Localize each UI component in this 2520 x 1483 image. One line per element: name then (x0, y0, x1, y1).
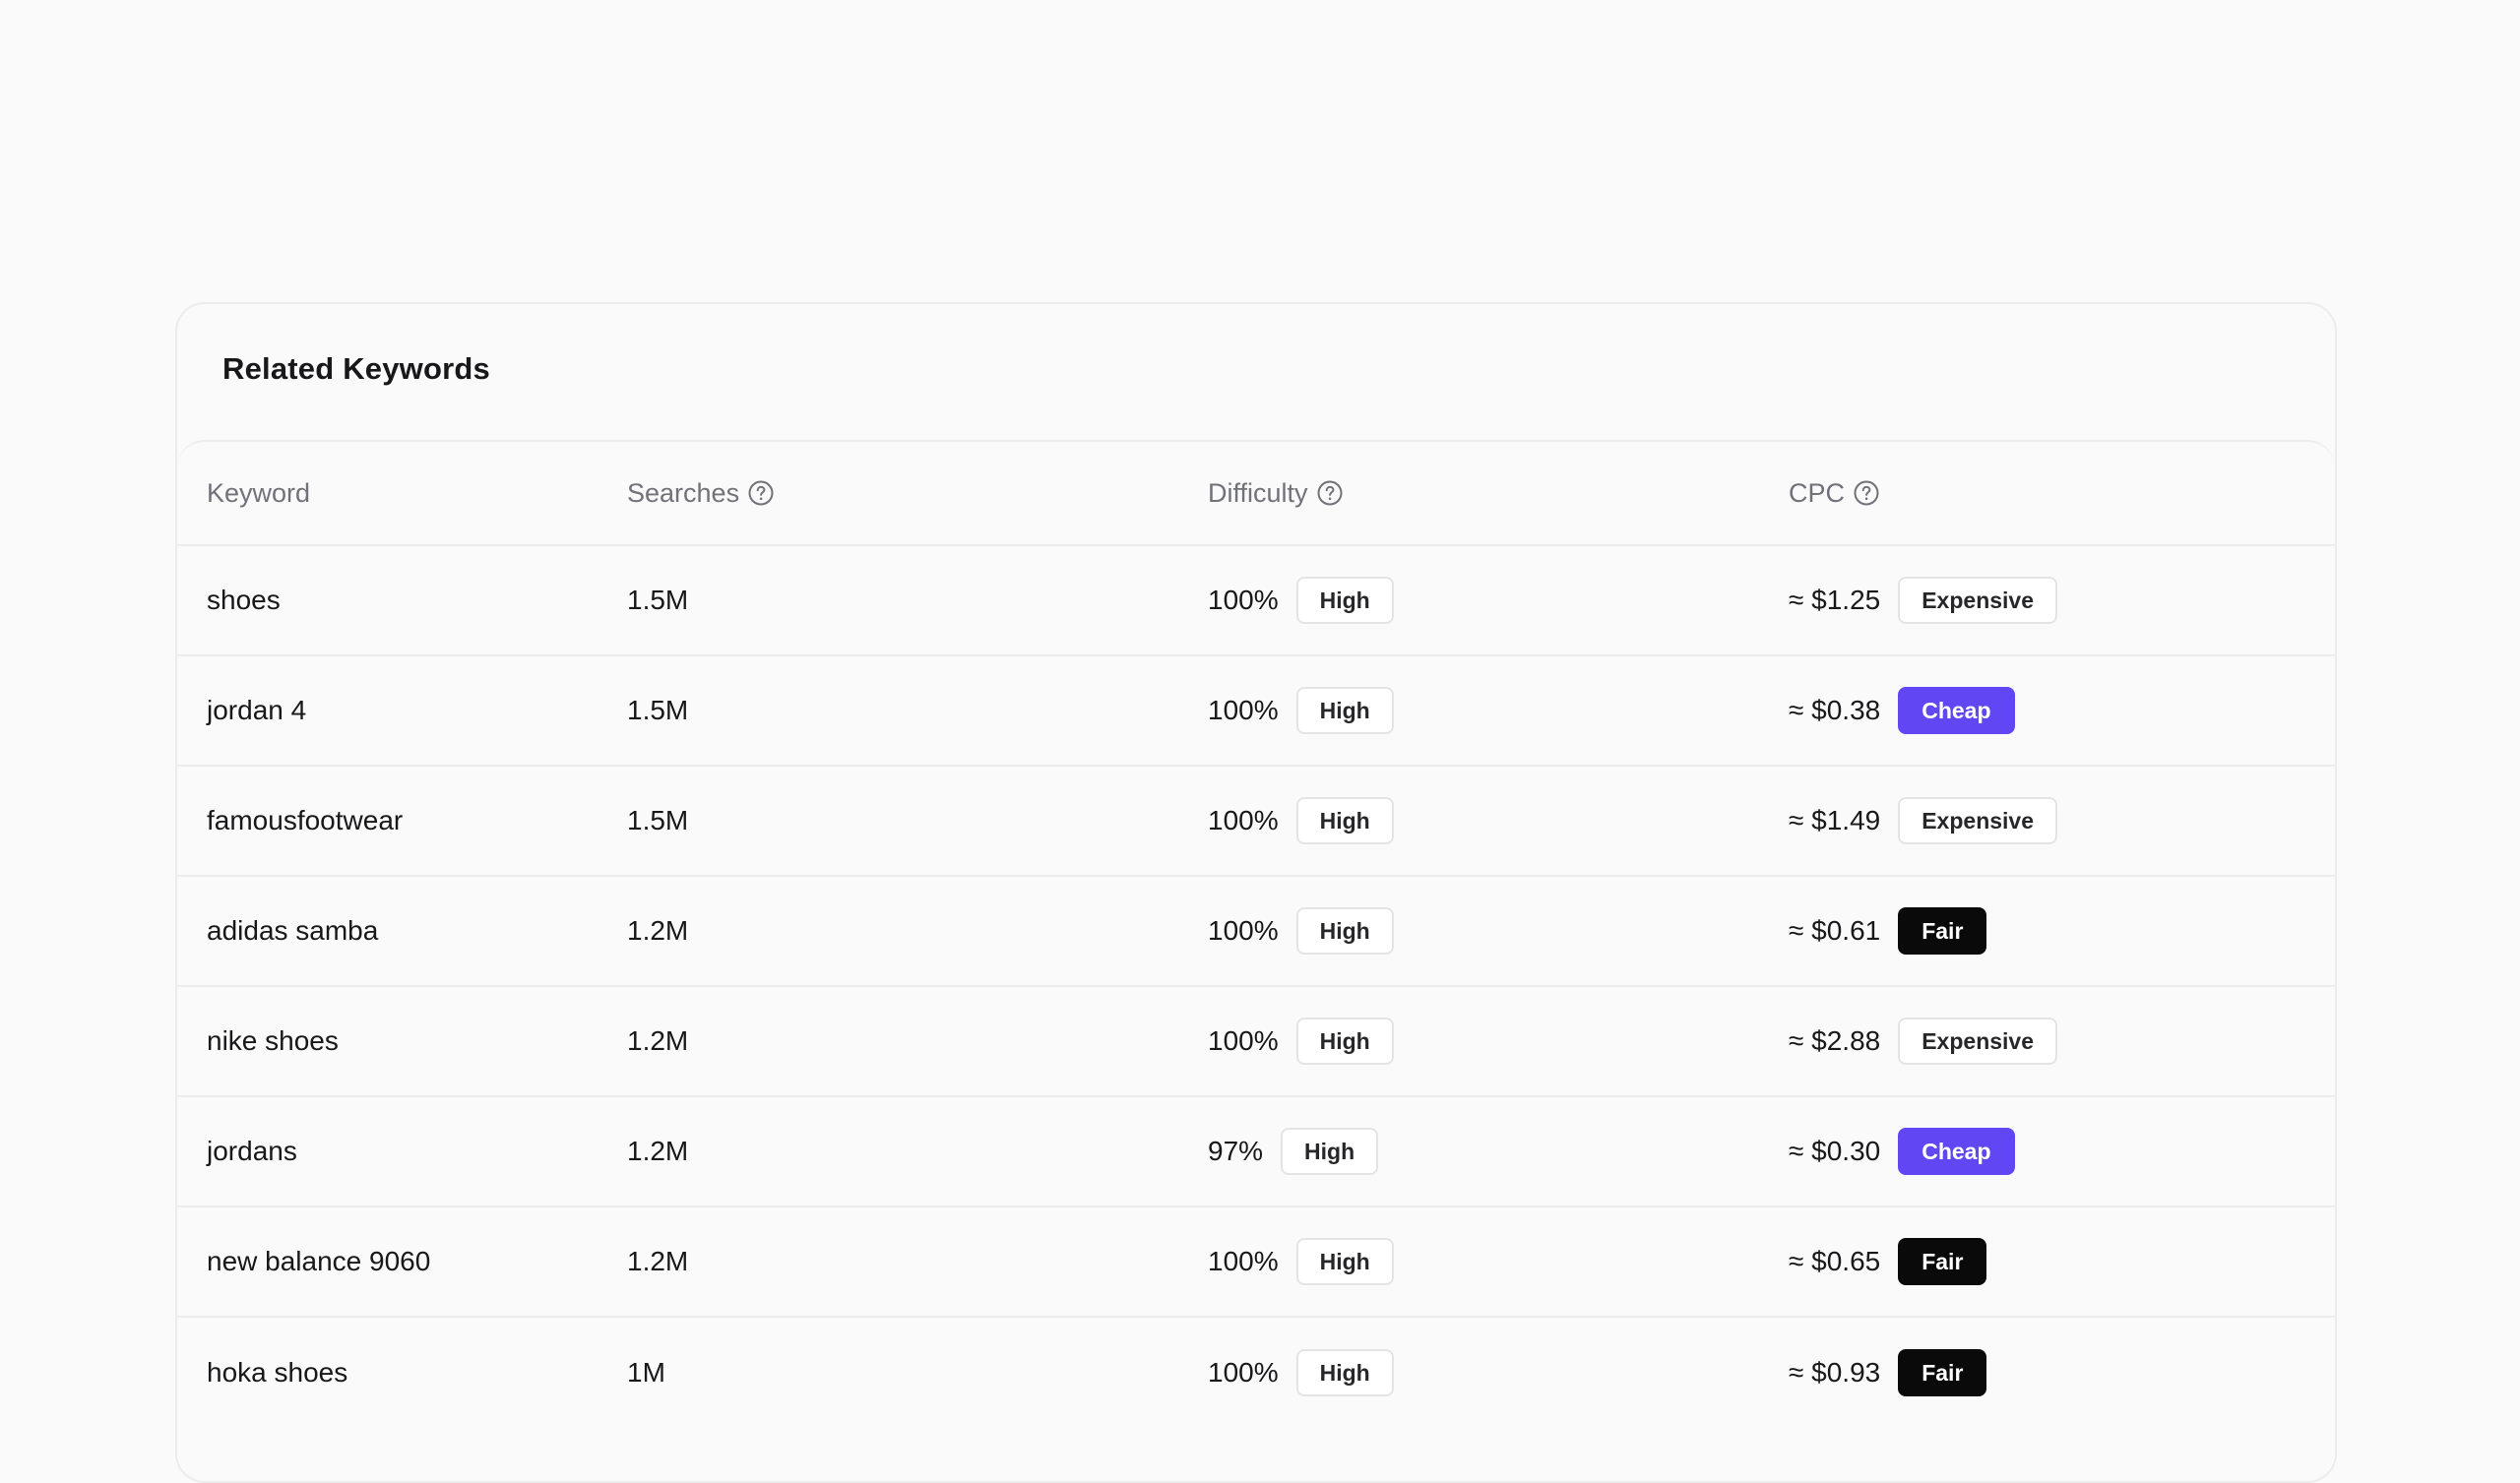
searches-cell: 1.2M (627, 1025, 689, 1056)
cpc-badge: Expensive (1898, 1018, 2058, 1065)
table-row[interactable]: hoka shoes 1M 100% High ≈ $0.93 Fair (177, 1318, 2335, 1428)
difficulty-cell: 100% (1208, 1357, 1279, 1388)
cpc-badge: Expensive (1898, 797, 2058, 844)
difficulty-badge: High (1295, 577, 1394, 624)
keyword-cell: jordans (207, 1136, 297, 1166)
searches-cell: 1.5M (627, 695, 689, 725)
difficulty-cell: 97% (1208, 1136, 1264, 1166)
related-keywords-card: Related Keywords Keyword Searches Diffic… (175, 302, 2337, 1483)
cpc-cell: ≈ $0.61 (1789, 915, 1881, 946)
difficulty-badge: High (1295, 797, 1394, 844)
table-row[interactable]: shoes 1.5M 100% High ≈ $1.25 Expensive (177, 546, 2335, 656)
difficulty-badge: High (1295, 1238, 1394, 1285)
cpc-cell: ≈ $0.93 (1789, 1357, 1881, 1388)
table-row[interactable]: adidas samba 1.2M 100% High ≈ $0.61 Fair (177, 877, 2335, 987)
header-cpc[interactable]: CPC (1789, 442, 1880, 544)
cpc-badge: Fair (1898, 907, 1987, 955)
cpc-badge: Fair (1898, 1349, 1987, 1396)
keyword-cell: jordan 4 (207, 695, 307, 725)
table-row[interactable]: famousfootwear 1.5M 100% High ≈ $1.49 Expe… (177, 767, 2335, 877)
difficulty-help-icon[interactable] (1316, 479, 1344, 507)
difficulty-cell: 100% (1208, 1025, 1279, 1056)
card-title: Related Keywords (222, 351, 490, 386)
difficulty-badge: High (1295, 1018, 1394, 1065)
cpc-badge: Fair (1898, 1238, 1987, 1285)
difficulty-cell: 100% (1208, 585, 1279, 615)
table-row[interactable]: nike shoes 1.2M 100% High ≈ $2.88 Expensiv… (177, 987, 2335, 1097)
cpc-cell: ≈ $0.30 (1789, 1136, 1881, 1166)
table-row[interactable]: jordan 4 1.5M 100% High ≈ $0.38 Cheap (177, 656, 2335, 767)
difficulty-badge: High (1281, 1128, 1379, 1175)
keyword-cell: hoka shoes (207, 1357, 348, 1388)
difficulty-badge: High (1295, 1349, 1394, 1396)
searches-cell: 1.2M (627, 915, 689, 946)
cpc-cell: ≈ $0.65 (1789, 1246, 1881, 1276)
cpc-cell: ≈ $1.25 (1789, 585, 1881, 615)
keyword-cell: new balance 9060 (207, 1246, 431, 1276)
table-row[interactable]: new balance 9060 1.2M 100% High ≈ $0.65 Fa… (177, 1207, 2335, 1318)
searches-cell: 1.2M (627, 1246, 689, 1276)
header-searches-label: Searches (627, 477, 740, 508)
header-cpc-label: CPC (1789, 477, 1846, 508)
difficulty-cell: 100% (1208, 915, 1279, 946)
header-difficulty-label: Difficulty (1208, 477, 1308, 508)
header-keyword-label: Keyword (207, 477, 311, 508)
table-header-row: Keyword Searches Difficulty CPC (177, 442, 2335, 546)
keyword-cell: adidas samba (207, 915, 379, 946)
searches-help-icon[interactable] (747, 479, 775, 507)
header-difficulty[interactable]: Difficulty (1208, 442, 1344, 544)
searches-cell: 1.5M (627, 585, 689, 615)
keyword-cell: nike shoes (207, 1025, 339, 1056)
keywords-table: Keyword Searches Difficulty CPC shoes 1.… (177, 440, 2335, 1481)
difficulty-badge: High (1295, 907, 1394, 955)
cpc-cell: ≈ $0.38 (1789, 695, 1881, 725)
searches-cell: 1.2M (627, 1136, 689, 1166)
cpc-cell: ≈ $1.49 (1789, 805, 1881, 835)
difficulty-cell: 100% (1208, 695, 1279, 725)
cpc-badge: Expensive (1898, 577, 2058, 624)
searches-cell: 1M (627, 1357, 665, 1388)
cpc-cell: ≈ $2.88 (1789, 1025, 1881, 1056)
header-keyword[interactable]: Keyword (207, 442, 310, 544)
keyword-cell: shoes (207, 585, 281, 615)
cpc-badge: Cheap (1898, 687, 2015, 734)
table-row[interactable]: jordans 1.2M 97% High ≈ $0.30 Cheap (177, 1097, 2335, 1207)
keyword-cell: famousfootwear (207, 805, 404, 835)
difficulty-cell: 100% (1208, 805, 1279, 835)
difficulty-badge: High (1295, 687, 1394, 734)
cpc-help-icon[interactable] (1853, 479, 1880, 507)
header-searches[interactable]: Searches (627, 442, 775, 544)
difficulty-cell: 100% (1208, 1246, 1279, 1276)
searches-cell: 1.5M (627, 805, 689, 835)
cpc-badge: Cheap (1898, 1128, 2015, 1175)
